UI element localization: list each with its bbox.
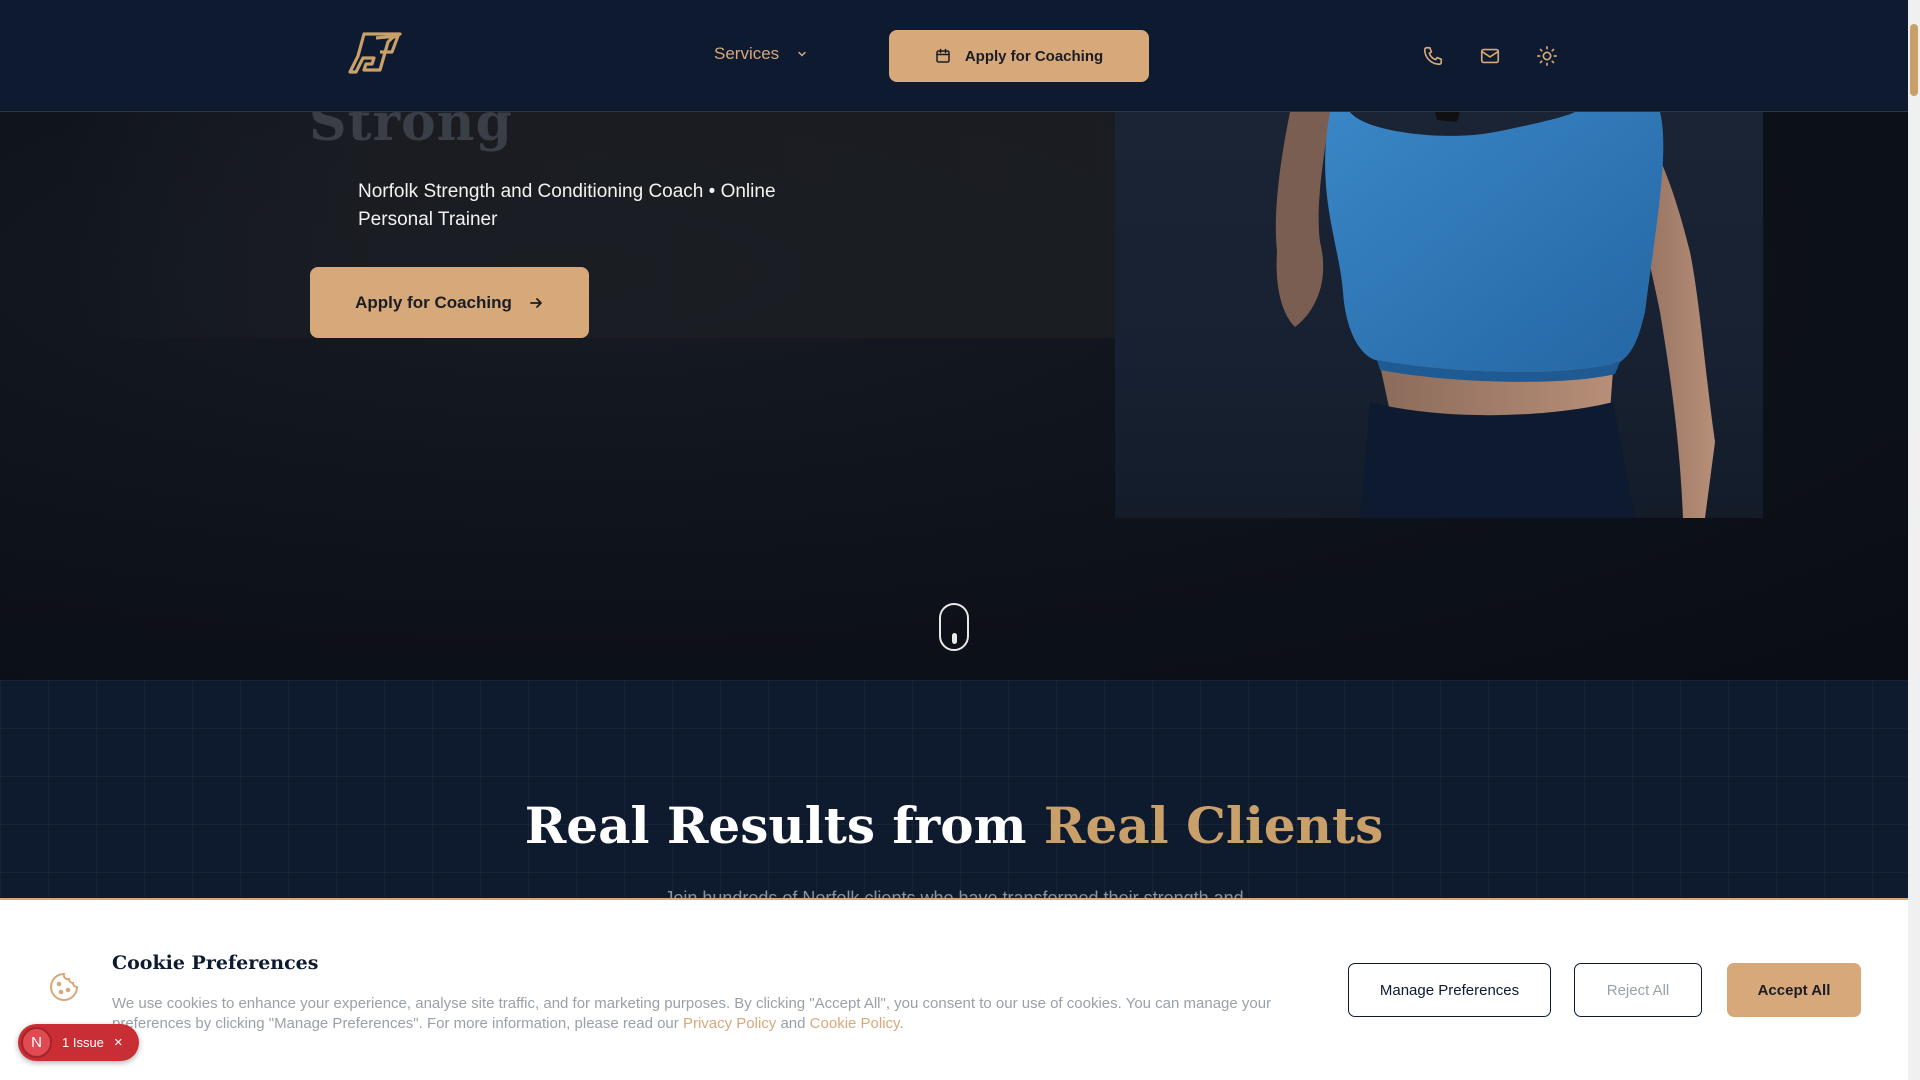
issue-badge[interactable]: N 1 Issue × (18, 1024, 139, 1061)
header-apply-button[interactable]: Apply for Coaching (889, 30, 1149, 82)
results-heading-main: Real Results from (524, 796, 1044, 855)
cookie-text: We use cookies to enhance your experienc… (112, 994, 1282, 1034)
scroll-indicator[interactable] (939, 603, 969, 651)
reject-all-button[interactable]: Reject All (1574, 963, 1702, 1017)
site-header: Services Apply for Coaching (0, 0, 1908, 112)
manage-preferences-button[interactable]: Manage Preferences (1348, 963, 1551, 1017)
results-heading: Real Results from Real Clients (0, 796, 1908, 855)
cookie-text-period: . (899, 1015, 904, 1032)
logo[interactable] (346, 28, 406, 78)
header-apply-label: Apply for Coaching (964, 47, 1104, 65)
cookie-policy-link[interactable]: Cookie Policy (810, 1015, 900, 1032)
sun-icon[interactable] (1536, 45, 1558, 67)
hero-subtitle: Norfolk Strength and Conditioning Coach … (358, 181, 776, 230)
calendar-icon (936, 48, 950, 63)
nav-services-label: Services (714, 44, 780, 63)
cookie-icon (50, 972, 79, 1001)
cookie-text-and: and (776, 1015, 810, 1032)
arrow-right-icon (529, 297, 542, 308)
cookie-title: Cookie Preferences (112, 952, 319, 974)
athlete-photo (1275, 112, 1715, 518)
scrollbar-thumb[interactable] (1910, 24, 1918, 96)
page-scrollbar[interactable] (1908, 0, 1920, 1080)
accept-all-button[interactable]: Accept All (1727, 963, 1861, 1017)
issue-badge-label: 1 Issue (62, 1035, 104, 1050)
issue-badge-logo: N (21, 1027, 52, 1058)
results-section: Real Results from Real Clients Join hund… (0, 680, 1908, 908)
phone-icon[interactable] (1422, 45, 1444, 67)
chevron-down-icon (798, 51, 806, 57)
results-heading-accent: Real Clients (1043, 796, 1384, 855)
mail-icon[interactable] (1479, 45, 1501, 67)
hero-photo (1115, 112, 1763, 518)
cookie-banner: Cookie Preferences We use cookies to enh… (0, 898, 1908, 1080)
hero-apply-button[interactable]: Apply for Coaching (310, 267, 589, 338)
privacy-policy-link[interactable]: Privacy Policy (683, 1015, 776, 1032)
nav-services[interactable]: Services (714, 44, 807, 64)
close-icon[interactable]: × (114, 1034, 123, 1051)
hero-apply-label: Apply for Coaching (355, 292, 512, 312)
